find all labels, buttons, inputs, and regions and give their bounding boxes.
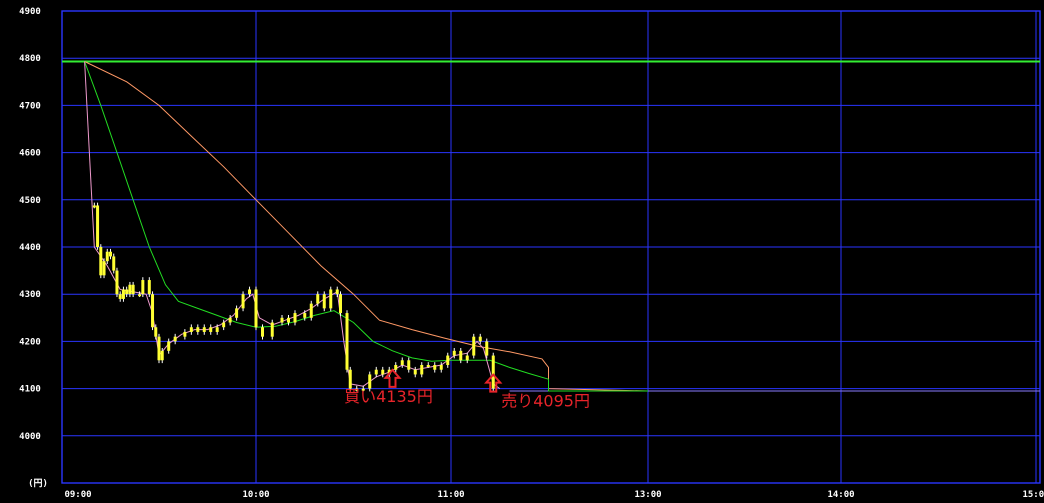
price-bar bbox=[316, 294, 320, 304]
price-bar bbox=[293, 313, 297, 323]
y-tick-label: 4400 bbox=[19, 243, 41, 253]
price-bar bbox=[115, 270, 119, 295]
price-bar bbox=[446, 355, 450, 365]
price-bar bbox=[154, 327, 158, 337]
price-bar bbox=[348, 369, 352, 389]
chart-stage: 4900 4800 4700 4600 4500 4400 4300 4200 4100 4000… bbox=[0, 0, 1044, 503]
x-tick-label: 14:00 bbox=[827, 490, 854, 500]
price-bar bbox=[209, 327, 213, 332]
price-bar bbox=[459, 350, 463, 361]
price-bar bbox=[228, 317, 232, 323]
x-tick-label: 15:00 bbox=[1022, 490, 1044, 500]
price-bar bbox=[241, 294, 245, 309]
price-bar bbox=[131, 284, 135, 295]
price-bar bbox=[381, 369, 385, 375]
price-bar bbox=[329, 289, 333, 309]
price-bar bbox=[374, 369, 378, 375]
price-bar bbox=[196, 327, 200, 332]
price-bar bbox=[128, 284, 132, 295]
price-bar bbox=[173, 336, 177, 342]
price-bar bbox=[248, 289, 252, 295]
y-tick-label: 4000 bbox=[19, 432, 41, 442]
price-bar bbox=[407, 360, 411, 370]
price-bar bbox=[125, 289, 129, 295]
y-tick-label: 4800 bbox=[19, 54, 41, 64]
price-bar bbox=[485, 341, 489, 356]
price-bar bbox=[472, 336, 476, 356]
price-bar bbox=[478, 336, 482, 342]
x-tick-label: 11:00 bbox=[437, 490, 464, 500]
price-bar bbox=[420, 365, 424, 375]
price-bar bbox=[303, 313, 307, 318]
price-bar bbox=[92, 205, 96, 208]
price-bar bbox=[261, 327, 264, 337]
price-bar bbox=[189, 327, 193, 332]
price-chart: 4900 4800 4700 4600 4500 4400 4300 4200 4100 4000… bbox=[19, 7, 1044, 500]
price-bar bbox=[102, 261, 106, 276]
unit-label: (円) bbox=[28, 478, 48, 489]
price-bar bbox=[335, 289, 339, 295]
price-bar bbox=[235, 308, 239, 318]
price-bar bbox=[270, 322, 274, 337]
price-bar bbox=[413, 369, 417, 375]
x-tick-label: 10:00 bbox=[242, 490, 269, 500]
y-tick-label: 4600 bbox=[19, 149, 41, 159]
x-tick-label: 13:00 bbox=[634, 490, 661, 500]
annotation-label: 売り4095円 bbox=[501, 392, 590, 411]
price-bar bbox=[118, 294, 122, 299]
price-bar bbox=[339, 294, 342, 314]
annotation-label: 買い4135円 bbox=[344, 387, 433, 406]
price-bar bbox=[157, 336, 161, 361]
price-bar bbox=[433, 365, 437, 370]
price-bar bbox=[167, 341, 171, 351]
price-bar bbox=[439, 365, 443, 370]
price-bar bbox=[138, 294, 142, 297]
price-bar bbox=[426, 365, 430, 367]
price-bar bbox=[465, 355, 469, 361]
y-tick-label: 4300 bbox=[19, 290, 41, 300]
price-bar bbox=[183, 331, 187, 337]
grid bbox=[61, 10, 1041, 484]
price-bar bbox=[280, 317, 284, 323]
price-bar bbox=[99, 247, 103, 276]
price-bar bbox=[394, 365, 398, 370]
price-bar bbox=[151, 294, 155, 328]
y-tick-label: 4900 bbox=[19, 7, 41, 17]
price-bar bbox=[147, 280, 151, 295]
price-bar bbox=[309, 303, 313, 318]
price-bar bbox=[287, 317, 290, 323]
price-bar bbox=[254, 289, 258, 328]
price-bar bbox=[452, 350, 456, 356]
price-bar bbox=[112, 256, 116, 271]
price-bar bbox=[121, 289, 125, 299]
price-bar bbox=[105, 251, 109, 262]
price-bar bbox=[222, 322, 226, 328]
y-tick-label: 4700 bbox=[19, 101, 41, 111]
price-bar bbox=[96, 205, 100, 247]
x-axis: 09:00 10:00 11:00 13:00 14:00 15:00 bbox=[64, 490, 1044, 500]
price-bar bbox=[400, 360, 404, 365]
price-bar bbox=[215, 327, 219, 332]
x-tick-label: 09:00 bbox=[64, 490, 91, 500]
price-bar bbox=[141, 280, 145, 295]
y-axis: 4900 4800 4700 4600 4500 4400 4300 4200 4100 4000… bbox=[19, 7, 48, 489]
y-tick-label: 4500 bbox=[19, 196, 41, 206]
price-bar bbox=[322, 294, 326, 309]
price-bar bbox=[345, 313, 349, 370]
price-bar bbox=[160, 350, 164, 361]
y-tick-label: 4200 bbox=[19, 337, 41, 347]
price-bar bbox=[202, 327, 206, 332]
y-tick-label: 4100 bbox=[19, 385, 41, 395]
price-bar bbox=[109, 251, 112, 257]
price-bar bbox=[491, 355, 495, 389]
